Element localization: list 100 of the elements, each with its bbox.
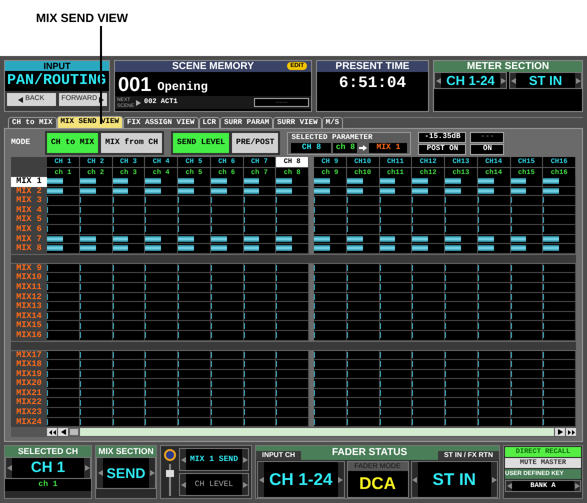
send-cell[interactable] <box>276 244 309 254</box>
send-cell[interactable] <box>380 379 412 389</box>
send-cell[interactable] <box>380 321 412 331</box>
send-cell[interactable] <box>478 408 510 418</box>
send-cell[interactable] <box>412 177 445 187</box>
send-cell[interactable] <box>178 398 211 408</box>
send-cell[interactable] <box>276 302 309 312</box>
send-cell[interactable] <box>47 273 80 283</box>
mix-label[interactable]: MIX 2 <box>11 186 47 196</box>
send-cell[interactable] <box>412 273 445 283</box>
mode-button[interactable]: SEND LEVEL <box>172 132 230 154</box>
send-cell[interactable] <box>80 244 112 254</box>
send-cell[interactable] <box>478 273 510 283</box>
send-cell[interactable] <box>478 360 510 370</box>
send-cell[interactable] <box>244 379 276 389</box>
send-cell[interactable] <box>210 244 244 254</box>
send-cell[interactable] <box>412 196 445 206</box>
send-cell[interactable] <box>112 321 146 331</box>
send-cell[interactable] <box>510 398 544 408</box>
send-cell[interactable] <box>543 177 576 187</box>
send-cell[interactable] <box>244 302 276 312</box>
send-cell[interactable] <box>380 273 412 283</box>
send-cell[interactable] <box>478 215 510 225</box>
send-cell[interactable] <box>314 408 347 418</box>
send-cell[interactable] <box>412 398 445 408</box>
mix-label[interactable]: MIX22 <box>11 398 47 408</box>
mix-label[interactable]: MIX10 <box>11 273 47 283</box>
send-cell[interactable] <box>244 244 276 254</box>
send-cell[interactable] <box>445 215 478 225</box>
send-cell[interactable] <box>145 196 178 206</box>
send-cell[interactable] <box>276 215 309 225</box>
send-cell[interactable] <box>478 321 510 331</box>
send-cell[interactable] <box>80 196 112 206</box>
send-cell[interactable] <box>178 321 211 331</box>
send-cell[interactable] <box>478 302 510 312</box>
send-cell[interactable] <box>510 408 544 418</box>
send-cell[interactable] <box>445 196 478 206</box>
send-cell[interactable] <box>47 321 80 331</box>
send-cell[interactable] <box>80 398 112 408</box>
mix-label[interactable]: MIX 4 <box>11 206 47 216</box>
mix-label[interactable]: MIX 9 <box>11 264 47 274</box>
send-cell[interactable] <box>276 321 309 331</box>
send-cell[interactable] <box>276 408 309 418</box>
send-cell[interactable] <box>80 379 112 389</box>
send-cell[interactable] <box>346 273 380 283</box>
send-cell[interactable] <box>145 273 178 283</box>
send-cell[interactable] <box>478 379 510 389</box>
mix-label[interactable]: MIX24 <box>11 418 47 428</box>
send-cell[interactable] <box>314 379 347 389</box>
send-cell[interactable] <box>210 215 244 225</box>
send-cell[interactable] <box>47 196 80 206</box>
send-cell[interactable] <box>47 244 80 254</box>
send-cell[interactable] <box>478 177 510 187</box>
send-cell[interactable] <box>543 398 576 408</box>
send-cell[interactable] <box>112 273 146 283</box>
send-cell[interactable] <box>145 321 178 331</box>
send-cell[interactable] <box>412 244 445 254</box>
send-cell[interactable] <box>510 302 544 312</box>
send-cell[interactable] <box>445 273 478 283</box>
mode-button[interactable]: PRE/POST <box>231 132 280 154</box>
send-cell[interactable] <box>145 244 178 254</box>
send-cell[interactable] <box>244 196 276 206</box>
send-cell[interactable] <box>244 215 276 225</box>
send-cell[interactable] <box>346 408 380 418</box>
send-cell[interactable] <box>178 215 211 225</box>
send-cell[interactable] <box>346 379 380 389</box>
send-cell[interactable] <box>112 215 146 225</box>
send-cell[interactable] <box>412 360 445 370</box>
send-cell[interactable] <box>80 177 112 187</box>
send-cell[interactable] <box>445 360 478 370</box>
send-cell[interactable] <box>314 273 347 283</box>
send-cell[interactable] <box>145 360 178 370</box>
send-cell[interactable] <box>244 360 276 370</box>
send-cell[interactable] <box>276 379 309 389</box>
send-cell[interactable] <box>510 215 544 225</box>
send-cell[interactable] <box>510 360 544 370</box>
mix-label[interactable]: MIX 3 <box>11 196 47 206</box>
send-cell[interactable] <box>412 408 445 418</box>
send-cell[interactable] <box>412 321 445 331</box>
send-cell[interactable] <box>276 177 309 187</box>
mix-label[interactable]: MIX23 <box>11 408 47 418</box>
mix-label[interactable]: MIX 6 <box>11 224 47 235</box>
send-cell[interactable] <box>145 398 178 408</box>
mix-label[interactable]: MIX21 <box>11 388 47 398</box>
send-cell[interactable] <box>314 177 347 187</box>
send-cell[interactable] <box>380 408 412 418</box>
mix-label[interactable]: MIX13 <box>11 302 47 312</box>
send-cell[interactable] <box>276 196 309 206</box>
send-cell[interactable] <box>210 408 244 418</box>
send-cell[interactable] <box>346 302 380 312</box>
mix-label[interactable]: MIX19 <box>11 370 47 380</box>
send-cell[interactable] <box>543 408 576 418</box>
send-cell[interactable] <box>112 177 146 187</box>
scroll-left-button[interactable] <box>58 428 68 436</box>
send-cell[interactable] <box>445 379 478 389</box>
scroll-right-button[interactable] <box>555 428 565 436</box>
send-cell[interactable] <box>276 398 309 408</box>
scroll-thumb[interactable] <box>69 428 79 436</box>
send-cell[interactable] <box>112 379 146 389</box>
send-cell[interactable] <box>178 244 211 254</box>
